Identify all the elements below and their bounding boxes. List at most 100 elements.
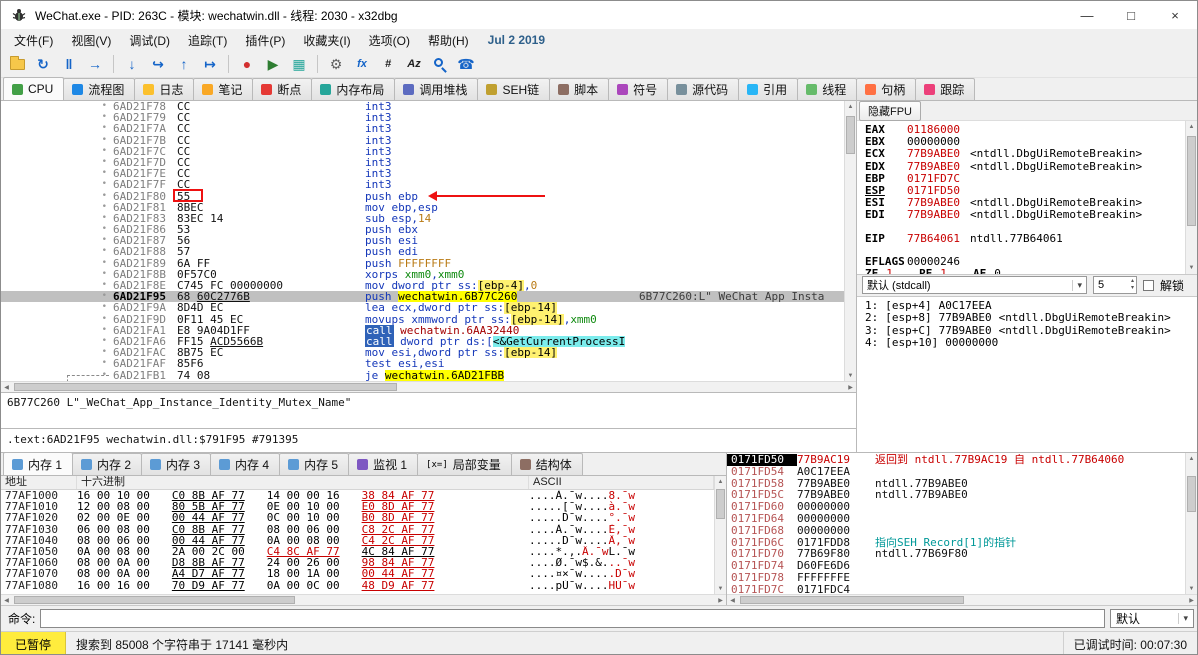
- tab-struct[interactable]: 结构体: [510, 453, 583, 475]
- disassembly-vscrollbar[interactable]: ▲ ▼: [844, 101, 856, 381]
- disasm-row[interactable]: • 6AD21F9A 8D4D EC lea ecx,dword ptr ss:[eb…: [1, 302, 844, 314]
- tab-seh[interactable]: SEH链: [477, 78, 551, 100]
- breakpoint-dot[interactable]: •: [1, 123, 113, 134]
- breakpoints-button[interactable]: ●: [235, 53, 259, 75]
- register-row[interactable]: EDI 77B9ABE0 <ntdll.DbgUiRemoteBreakin>: [865, 209, 1185, 221]
- calculator-button[interactable]: #: [376, 53, 400, 75]
- disassembly-hscrollbar[interactable]: ◀ ▶: [1, 381, 856, 392]
- stack-row[interactable]: 0171FD6C 0171FDD8 指向SEH_Record[1]的指针: [727, 536, 1185, 549]
- stack-row[interactable]: 0171FD64 00000000: [727, 513, 1185, 525]
- breakpoint-dot[interactable]: •: [1, 258, 113, 269]
- hide-fpu-button[interactable]: 隐藏FPU: [859, 100, 921, 121]
- close-button[interactable]: ×: [1153, 2, 1197, 29]
- tab-symbols[interactable]: 符号: [608, 78, 669, 100]
- case-convert-button[interactable]: Az: [402, 53, 426, 75]
- breakpoint-dot[interactable]: •: [1, 135, 113, 146]
- disasm-row[interactable]: • 6AD21F7A CC int3: [1, 123, 844, 134]
- breakpoint-dot[interactable]: •: [1, 336, 113, 347]
- scroll-down-icon[interactable]: ▼: [1186, 263, 1197, 274]
- disasm-row[interactable]: • 6AD21F7F CC int3: [1, 179, 844, 190]
- tab-call-stack[interactable]: 调用堆栈: [394, 78, 479, 100]
- tab-threads[interactable]: 线程: [797, 78, 858, 100]
- step-out-button[interactable]: ↑: [172, 53, 196, 75]
- disasm-row[interactable]: • 6AD21F80 55 push ebp: [1, 190, 844, 201]
- menu-item-5[interactable]: 收藏夹(I): [294, 30, 359, 51]
- tab-references[interactable]: 引用: [738, 78, 799, 100]
- breakpoint-dot[interactable]: •: [1, 314, 113, 325]
- settings-button[interactable]: ⚙: [324, 53, 348, 75]
- disasm-row[interactable]: • 6AD21F88 57 push edi: [1, 246, 844, 257]
- tab-script[interactable]: 脚本: [549, 78, 610, 100]
- breakpoint-dot[interactable]: •: [1, 347, 113, 358]
- scroll-thumb[interactable]: [14, 596, 296, 604]
- tab-handles[interactable]: 句柄: [856, 78, 917, 100]
- register-row[interactable]: EIP 77B64061 ntdll.77B64061: [865, 232, 1185, 245]
- tab-memory-map[interactable]: 内存布局: [311, 78, 396, 100]
- argument-row[interactable]: 2: [esp+8] 77B9ABE0 <ntdll.DbgUiRemoteBreak…: [865, 311, 1197, 325]
- open-file-button[interactable]: [5, 53, 29, 75]
- scroll-down-icon[interactable]: ▼: [715, 583, 726, 594]
- scroll-track[interactable]: [845, 112, 856, 370]
- scroll-track[interactable]: [1186, 132, 1197, 263]
- breakpoint-dot[interactable]: •: [1, 280, 113, 291]
- disasm-row[interactable]: • 6AD21FB1 74 08 je wechatwin.6AD21FBB: [1, 369, 844, 381]
- scroll-right-icon[interactable]: ▶: [715, 595, 726, 605]
- scroll-up-icon[interactable]: ▲: [1186, 453, 1197, 464]
- tab-cpu[interactable]: CPU: [3, 77, 65, 100]
- breakpoint-dot[interactable]: •: [1, 224, 113, 235]
- menu-item-4[interactable]: 插件(P): [236, 30, 294, 51]
- scroll-track[interactable]: [738, 595, 1186, 605]
- dump-row[interactable]: 77AF1080 16 00 16 00 70 D9 AF 77 0A 00 0C 0…: [1, 579, 714, 590]
- scroll-thumb[interactable]: [14, 383, 398, 391]
- trace-button[interactable]: ▶: [261, 53, 285, 75]
- dump-header-address[interactable]: 地址: [1, 476, 77, 489]
- step-over-button[interactable]: ↪: [146, 53, 170, 75]
- stack-vscrollbar[interactable]: ▲ ▼: [1185, 453, 1197, 594]
- breakpoint-dot[interactable]: •: [1, 168, 113, 179]
- dump-header-ascii[interactable]: ASCII: [529, 476, 714, 489]
- tab-watch-1[interactable]: 监视 1: [348, 453, 419, 475]
- scroll-down-icon[interactable]: ▼: [845, 370, 856, 381]
- spinner-arrows-icon[interactable]: ▴ ▾: [1131, 278, 1134, 292]
- argument-row[interactable]: 4: [esp+10] 00000000: [865, 336, 1197, 350]
- tab-breakpoints[interactable]: 断点: [252, 78, 313, 100]
- menu-item-7[interactable]: 帮助(H): [419, 30, 478, 51]
- stack-row[interactable]: 0171FD54 A0C17EEA: [727, 465, 1185, 478]
- breakpoint-dot[interactable]: •: [1, 302, 113, 313]
- tab-memory-4[interactable]: 内存 4: [210, 453, 281, 475]
- breakpoint-dot[interactable]: •: [1, 112, 113, 123]
- attach-phone-button[interactable]: ☎: [454, 53, 478, 75]
- scroll-thumb[interactable]: [716, 489, 725, 519]
- breakpoint-dot[interactable]: •: [1, 146, 113, 157]
- argument-count-spinner[interactable]: 5 ▴ ▾: [1093, 276, 1137, 294]
- scroll-down-icon[interactable]: ▼: [1186, 583, 1197, 594]
- tab-graph[interactable]: 流程图: [63, 78, 136, 100]
- breakpoint-dot[interactable]: •: [1, 101, 113, 112]
- restart-button[interactable]: ↻: [31, 53, 55, 75]
- tab-notes[interactable]: 笔记: [193, 78, 254, 100]
- breakpoint-dot[interactable]: •: [1, 291, 113, 302]
- dump-hscrollbar[interactable]: ◀ ▶: [1, 594, 726, 605]
- command-input[interactable]: [40, 609, 1105, 628]
- tab-source[interactable]: 源代码: [667, 78, 740, 100]
- maximize-button[interactable]: □: [1109, 2, 1153, 29]
- menu-item-3[interactable]: 追踪(T): [179, 30, 236, 51]
- tab-trace[interactable]: 跟踪: [915, 78, 976, 100]
- scroll-left-icon[interactable]: ◀: [727, 595, 738, 605]
- register-row[interactable]: EFLAGS 00000246: [865, 255, 1185, 268]
- breakpoint-dot[interactable]: •: [1, 157, 113, 168]
- breakpoint-dot[interactable]: •: [1, 202, 113, 213]
- breakpoint-dot[interactable]: •: [1, 235, 113, 246]
- breakpoint-dot[interactable]: •: [1, 358, 113, 369]
- scroll-up-icon[interactable]: ▲: [1186, 121, 1197, 132]
- scroll-track[interactable]: [715, 487, 726, 583]
- register-row[interactable]: ECX 77B9ABE0 <ntdll.DbgUiRemoteBreakin>: [865, 148, 1185, 160]
- tab-memory-3[interactable]: 内存 3: [141, 453, 212, 475]
- memory-map-button[interactable]: ▦: [287, 53, 311, 75]
- stack-row[interactable]: 0171FD7C 0171FDC4: [727, 583, 1185, 594]
- breakpoint-dot[interactable]: •: [1, 246, 113, 257]
- command-profile-select[interactable]: 默认 ▾: [1110, 609, 1194, 628]
- step-into-button[interactable]: ↓: [120, 53, 144, 75]
- stack-row[interactable]: 0171FD60 00000000: [727, 501, 1185, 513]
- calling-convention-select[interactable]: 默认 (stdcall) ▾: [862, 276, 1087, 294]
